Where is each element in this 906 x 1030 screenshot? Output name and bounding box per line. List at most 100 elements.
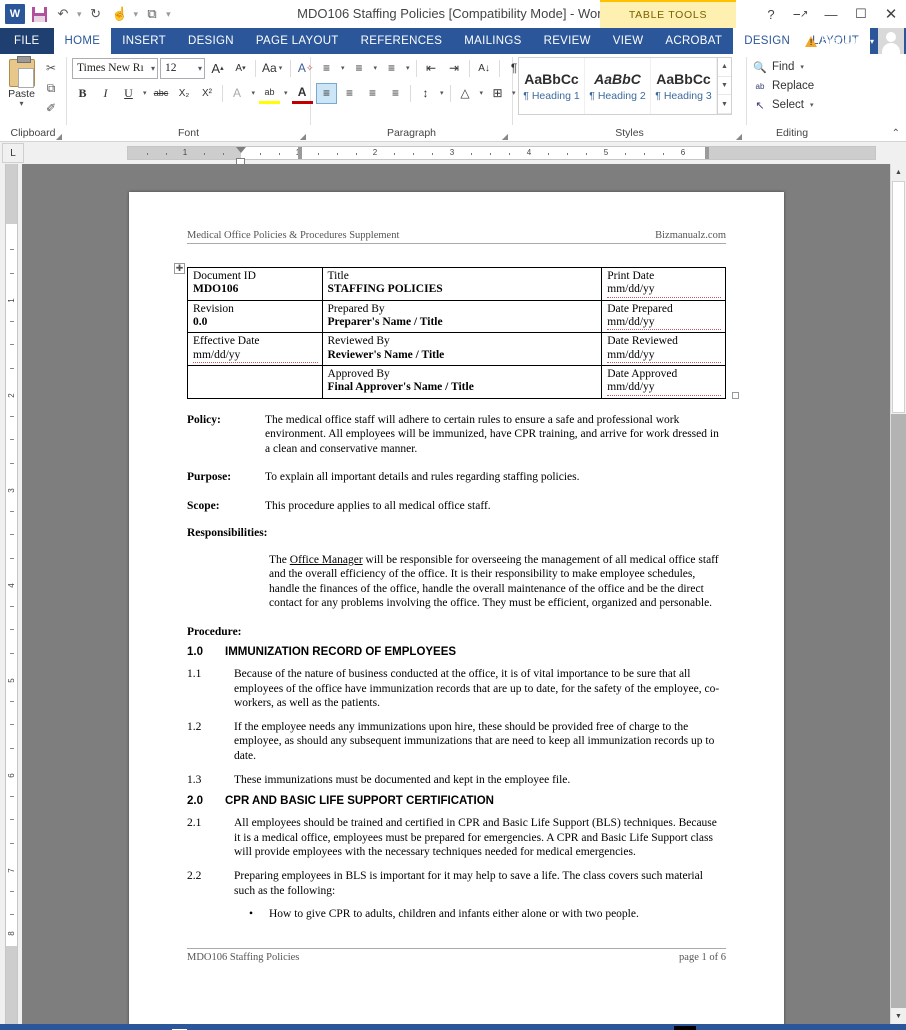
- select-button[interactable]: ↖ Select ▾: [752, 96, 815, 114]
- subscript-button[interactable]: X₂: [174, 83, 195, 104]
- tab-mailings[interactable]: MAILINGS: [453, 28, 532, 54]
- font-size-input[interactable]: 12 ▾: [160, 57, 205, 79]
- styles-gallery[interactable]: AaBbCc ¶ Heading 1 AaBbC ¶ Heading 2 AaB…: [518, 57, 732, 115]
- tab-insert[interactable]: INSERT: [111, 28, 177, 54]
- borders-icon[interactable]: ⊞: [487, 83, 508, 104]
- account-area[interactable]: Bianca... ▾: [805, 28, 906, 54]
- style-heading-1[interactable]: AaBbCc ¶ Heading 1: [519, 58, 585, 114]
- underline-caret-icon[interactable]: ▾: [141, 89, 149, 97]
- scroll-up-icon[interactable]: ▲: [891, 164, 906, 180]
- styles-scroll-up-icon[interactable]: ▲: [718, 58, 731, 77]
- redo-icon[interactable]: ↻: [85, 3, 107, 25]
- text-effects-icon[interactable]: A: [227, 83, 248, 104]
- read-mode-view-button[interactable]: ◫: [646, 1026, 668, 1030]
- font-name-input[interactable]: Times New Rı ▾: [72, 57, 158, 79]
- minimize-icon[interactable]: —: [816, 0, 846, 28]
- tab-design[interactable]: DESIGN: [177, 28, 245, 54]
- touch-mode-icon[interactable]: ☝: [109, 3, 131, 25]
- document-info-table[interactable]: Document ID MDO106 Title STAFFING POLICI…: [187, 267, 726, 399]
- table-cell[interactable]: Approved By Final Approver's Name / Titl…: [321, 364, 603, 399]
- table-row[interactable]: Revision 0.0 Prepared By Preparer's Name…: [187, 299, 726, 334]
- bold-button[interactable]: B: [72, 83, 93, 104]
- table-cell[interactable]: Document ID MDO106: [187, 267, 323, 301]
- decrease-indent-icon[interactable]: ⇤: [421, 58, 442, 79]
- align-right-button[interactable]: ≡: [362, 83, 383, 104]
- table-row[interactable]: Effective Date mm/dd/yy Reviewed By Revi…: [187, 332, 726, 366]
- highlight-caret-icon[interactable]: ▾: [282, 89, 290, 97]
- help-icon[interactable]: ?: [756, 0, 786, 28]
- numbering-icon[interactable]: ≡: [349, 58, 370, 79]
- scroll-down-icon[interactable]: ▼: [891, 1008, 906, 1024]
- bullets-caret-icon[interactable]: ▾: [339, 64, 347, 72]
- tab-page-layout[interactable]: PAGE LAYOUT: [245, 28, 350, 54]
- table-cell[interactable]: [187, 364, 323, 399]
- line-spacing-caret-icon[interactable]: ▾: [438, 89, 446, 97]
- account-name[interactable]: Bianca...: [821, 35, 866, 47]
- undo-icon[interactable]: ↶: [52, 3, 74, 25]
- shading-icon[interactable]: △: [455, 83, 476, 104]
- table-cell[interactable]: Effective Date mm/dd/yy: [187, 332, 323, 366]
- section-purpose[interactable]: Purpose: To explain all important detail…: [187, 470, 726, 485]
- chevron-down-icon[interactable]: ▾: [149, 64, 155, 73]
- table-cell[interactable]: Date Approved mm/dd/yy: [601, 364, 726, 399]
- underline-button[interactable]: U: [118, 83, 139, 104]
- styles-dialog-launcher-icon[interactable]: ◢: [736, 132, 742, 141]
- strikethrough-button[interactable]: abc: [151, 83, 172, 104]
- vertical-ruler[interactable]: 1 2 3 4 5 6 7 8: [0, 164, 22, 1024]
- shrink-font-icon[interactable]: A ▾: [230, 58, 251, 79]
- scrollbar-thumb[interactable]: [892, 181, 905, 413]
- text-highlight-color-icon[interactable]: ab: [259, 83, 281, 104]
- select-caret-icon[interactable]: ▾: [808, 101, 816, 109]
- horizontal-ruler[interactable]: 1 1 2 3 4 5 6: [127, 146, 876, 166]
- find-caret-icon[interactable]: ▾: [798, 63, 806, 71]
- font-color-icon[interactable]: A: [291, 83, 313, 104]
- copy-format-icon[interactable]: ⧉: [141, 3, 163, 25]
- clipboard-dialog-launcher-icon[interactable]: ◢: [56, 132, 62, 141]
- table-cell[interactable]: Revision 0.0: [187, 299, 323, 334]
- justify-button[interactable]: ≡: [385, 83, 406, 104]
- superscript-button[interactable]: X²: [197, 83, 218, 104]
- table-row[interactable]: Approved By Final Approver's Name / Titl…: [187, 364, 726, 399]
- section-policy[interactable]: Policy: The medical office staff will ad…: [187, 413, 726, 457]
- tab-stop-selector[interactable]: L: [2, 143, 24, 163]
- align-center-button[interactable]: ≡: [339, 83, 360, 104]
- table-resize-handle[interactable]: [732, 392, 739, 399]
- table-cell[interactable]: Reviewed By Reviewer's Name / Title: [321, 332, 603, 366]
- tab-acrobat[interactable]: ACROBAT: [654, 28, 733, 54]
- numbering-caret-icon[interactable]: ▾: [372, 64, 380, 72]
- web-layout-view-button[interactable]: ▤: [702, 1026, 724, 1030]
- document-canvas[interactable]: Medical Office Policies & Procedures Sup…: [22, 164, 906, 1024]
- close-icon[interactable]: ✕: [876, 0, 906, 28]
- first-line-indent-marker[interactable]: [236, 147, 246, 153]
- touch-caret-icon[interactable]: ▾: [133, 9, 140, 20]
- change-case-icon[interactable]: Aa ▾: [260, 58, 286, 79]
- multilevel-list-icon[interactable]: ≡: [381, 58, 402, 79]
- table-cell[interactable]: Date Reviewed mm/dd/yy: [601, 332, 726, 366]
- style-heading-3[interactable]: AaBbCc ¶ Heading 3: [651, 58, 717, 114]
- line-spacing-icon[interactable]: ↕: [415, 83, 436, 104]
- table-cell[interactable]: Date Prepared mm/dd/yy: [601, 299, 726, 334]
- tab-home[interactable]: HOME: [53, 28, 112, 54]
- table-cell[interactable]: Print Date mm/dd/yy: [601, 267, 726, 301]
- table-row[interactable]: Document ID MDO106 Title STAFFING POLICI…: [187, 267, 726, 301]
- format-painter-icon[interactable]: ✐: [41, 99, 61, 117]
- paste-button[interactable]: Paste ▾: [5, 56, 38, 108]
- chevron-down-icon[interactable]: ▾: [870, 37, 874, 46]
- tab-review[interactable]: REVIEW: [533, 28, 602, 54]
- font-dialog-launcher-icon[interactable]: ◢: [300, 132, 306, 141]
- undo-caret-icon[interactable]: ▾: [76, 9, 83, 20]
- paste-caret-icon[interactable]: ▾: [19, 100, 23, 108]
- collapse-ribbon-icon[interactable]: ⌃: [892, 128, 900, 139]
- replace-button[interactable]: ab Replace: [752, 77, 815, 95]
- tab-table-tools-design[interactable]: DESIGN: [733, 28, 802, 54]
- warning-icon[interactable]: [805, 35, 818, 47]
- table-cell[interactable]: Prepared By Preparer's Name / Title: [321, 299, 603, 334]
- sort-icon[interactable]: A↓: [474, 58, 495, 79]
- table-cell[interactable]: Title STAFFING POLICIES: [321, 267, 603, 301]
- copy-icon[interactable]: ⧉: [41, 79, 61, 97]
- vertical-scrollbar[interactable]: ▲ ▼: [890, 164, 906, 1024]
- styles-gallery-scroll[interactable]: ▲ ▼ ▼: [717, 58, 731, 115]
- italic-button[interactable]: I: [95, 83, 116, 104]
- customize-qat-icon[interactable]: ▾: [165, 9, 172, 20]
- grow-font-icon[interactable]: A ▴: [207, 58, 228, 79]
